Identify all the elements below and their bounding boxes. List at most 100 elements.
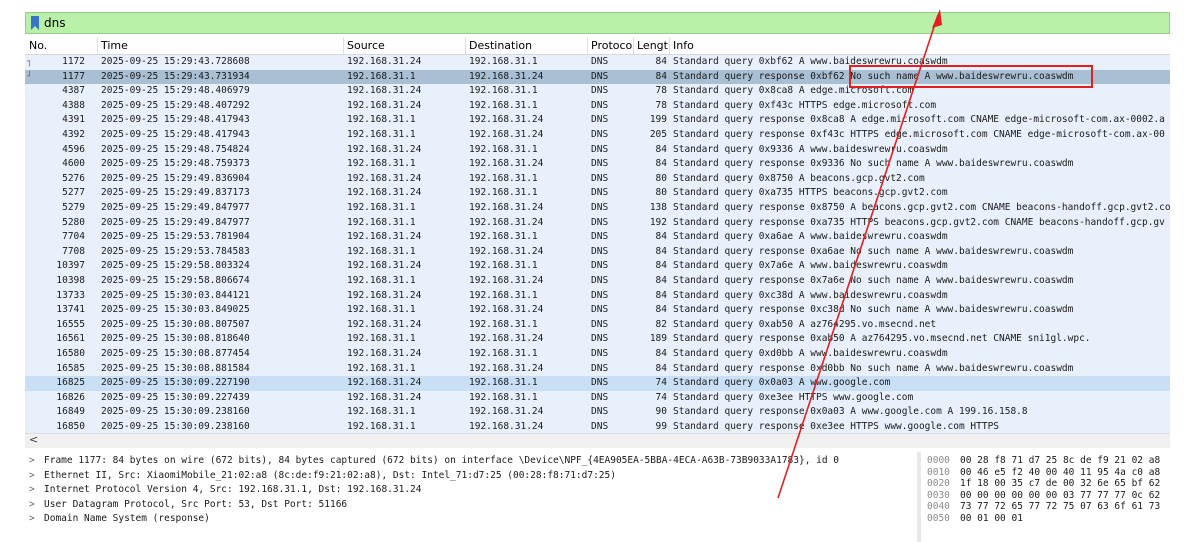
- packet-row[interactable]: 7704 2025-09-25 15:29:53.781904 192.168.31…: [25, 230, 1170, 245]
- packet-source-cell: 192.168.31.1: [347, 406, 416, 418]
- packet-row[interactable]: 10398 2025-09-25 15:29:58.806674 192.168.3…: [25, 274, 1170, 289]
- packet-row[interactable]: 16580 2025-09-25 15:30:08.877454 192.168.3…: [25, 347, 1170, 362]
- column-separator[interactable]: [669, 37, 670, 54]
- packet-destination-cell: 192.168.31.24: [469, 129, 544, 140]
- packet-no-cell: 16825: [56, 377, 85, 389]
- hex-bytes[interactable]: 00 00 00 00 00 00 03 77 77 77 0c 62: [960, 490, 1160, 502]
- hex-row: 0020 1f 18 00 35 c7 de 00 32 6e 65 bf 62: [922, 478, 1170, 490]
- column-separator[interactable]: [97, 37, 98, 54]
- packet-no-cell: 7704: [62, 231, 85, 243]
- detail-tree-item[interactable]: > Domain Name System (response): [25, 512, 915, 527]
- packet-row[interactable]: 1172 2025-09-25 15:29:43.728608 192.168.31…: [25, 55, 1170, 70]
- chevron-right-icon[interactable]: >: [29, 498, 39, 513]
- hex-bytes[interactable]: 1f 18 00 35 c7 de 00 32 6e 65 bf 62: [960, 478, 1160, 490]
- packet-row[interactable]: 16849 2025-09-25 15:30:09.238160 192.168.3…: [25, 405, 1170, 420]
- column-header-source[interactable]: Source: [347, 39, 385, 52]
- packet-source-cell: 192.168.31.1: [347, 275, 416, 286]
- column-header-time[interactable]: Time: [101, 39, 128, 52]
- column-header-info[interactable]: Info: [673, 39, 694, 52]
- packet-row[interactable]: 4387 2025-09-25 15:29:48.406979 192.168.31…: [25, 84, 1170, 99]
- bookmark-icon[interactable]: [31, 16, 39, 30]
- scroll-left-icon[interactable]: <: [29, 433, 38, 446]
- packet-row[interactable]: 16825 2025-09-25 15:30:09.227190 192.168.3…: [25, 376, 1170, 391]
- hex-row: 0030 00 00 00 00 00 00 03 77 77 77 0c 62: [922, 490, 1170, 502]
- packet-row[interactable]: 16561 2025-09-25 15:30:08.818640 192.168.3…: [25, 332, 1170, 347]
- packet-row[interactable]: 4388 2025-09-25 15:29:48.407292 192.168.31…: [25, 98, 1170, 114]
- packet-time-cell: 2025-09-25 15:30:08.807507: [101, 318, 250, 330]
- packet-info-cell: Standard query 0x9336 A www.baideswrewru…: [673, 143, 948, 155]
- horizontal-scrollbar[interactable]: <: [25, 433, 1170, 448]
- column-header-no[interactable]: No.: [29, 39, 47, 52]
- column-header-destination[interactable]: Destination: [469, 39, 532, 52]
- packet-no-cell: 4392: [62, 129, 85, 140]
- column-separator[interactable]: [343, 37, 344, 54]
- packet-length-cell: 74: [655, 391, 667, 403]
- chevron-right-icon[interactable]: >: [29, 454, 39, 469]
- packet-destination-cell: 192.168.31.1: [469, 172, 538, 184]
- packet-row[interactable]: 1177 2025-09-25 15:29:43.731934 192.168.31…: [25, 69, 1170, 85]
- column-separator[interactable]: [587, 37, 588, 54]
- packet-row[interactable]: 10397 2025-09-25 15:29:58.803324 192.168.3…: [25, 259, 1170, 274]
- packet-row[interactable]: 4392 2025-09-25 15:29:48.417943 192.168.31…: [25, 128, 1170, 143]
- packet-source-cell: 192.168.31.1: [347, 70, 416, 82]
- packet-destination-cell: 192.168.31.1: [469, 348, 538, 359]
- pane-splitter[interactable]: [917, 452, 921, 542]
- packet-protocol-cell: DNS: [591, 304, 609, 316]
- hex-bytes[interactable]: 00 46 e5 f2 40 00 40 11 95 4a c0 a8: [960, 467, 1160, 479]
- packet-source-cell: 192.168.31.24: [347, 187, 422, 199]
- packet-time-cell: 2025-09-25 15:29:48.406979: [101, 85, 250, 97]
- chevron-right-icon[interactable]: >: [29, 512, 39, 527]
- packet-length-cell: 205: [649, 129, 667, 140]
- packet-length-cell: 74: [655, 377, 667, 389]
- hex-bytes[interactable]: 73 77 72 65 77 72 75 07 63 6f 61 73: [960, 501, 1160, 513]
- packet-row[interactable]: 5276 2025-09-25 15:29:49.836904 192.168.31…: [25, 171, 1170, 187]
- packet-protocol-cell: DNS: [591, 202, 609, 213]
- packet-details-pane[interactable]: > Frame 1177: 84 bytes on wire (672 bits)…: [25, 452, 915, 542]
- packet-protocol-cell: DNS: [591, 143, 609, 155]
- hex-offset: 0020: [927, 478, 950, 490]
- packet-no-cell: 4600: [62, 158, 85, 170]
- packet-row[interactable]: 5277 2025-09-25 15:29:49.837173 192.168.31…: [25, 186, 1170, 201]
- packet-row[interactable]: 4596 2025-09-25 15:29:48.754824 192.168.31…: [25, 142, 1170, 158]
- hex-bytes[interactable]: 00 01 00 01: [960, 513, 1023, 525]
- detail-tree-item[interactable]: > Internet Protocol Version 4, Src: 192.1…: [25, 483, 915, 498]
- packet-protocol-cell: DNS: [591, 318, 609, 330]
- packet-info-cell: Standard query response 0xd0bb No such n…: [673, 362, 1074, 374]
- display-filter-bar[interactable]: [25, 12, 1170, 34]
- packet-source-cell: 192.168.31.24: [347, 318, 422, 330]
- packet-row[interactable]: 16585 2025-09-25 15:30:08.881584 192.168.3…: [25, 361, 1170, 377]
- packet-no-cell: 5277: [62, 187, 85, 199]
- packet-bytes-pane[interactable]: 0000 00 28 f8 71 d7 25 8c de f9 21 02 a8 0…: [922, 452, 1170, 542]
- packet-source-cell: 192.168.31.24: [347, 85, 422, 97]
- packet-row[interactable]: 16850 2025-09-25 15:30:09.238160 192.168.3…: [25, 420, 1170, 433]
- chevron-right-icon[interactable]: >: [29, 483, 39, 498]
- packet-no-cell: 16585: [56, 362, 85, 374]
- column-header-protocol[interactable]: Protoco: [591, 39, 632, 52]
- chevron-right-icon[interactable]: >: [29, 469, 39, 484]
- packet-info-cell: Standard query response 0xe3ee HTTPS www…: [673, 421, 1000, 432]
- packet-destination-cell: 192.168.31.1: [469, 231, 538, 243]
- packet-destination-cell: 192.168.31.24: [469, 362, 544, 374]
- packet-row[interactable]: 16555 2025-09-25 15:30:08.807507 192.168.3…: [25, 317, 1170, 333]
- packet-row[interactable]: 4600 2025-09-25 15:29:48.759373 192.168.31…: [25, 157, 1170, 172]
- packet-row[interactable]: 13733 2025-09-25 15:30:03.844121 192.168.3…: [25, 288, 1170, 304]
- packet-row[interactable]: 13741 2025-09-25 15:30:03.849025 192.168.3…: [25, 303, 1170, 318]
- hex-bytes[interactable]: 00 28 f8 71 d7 25 8c de f9 21 02 a8: [960, 455, 1160, 467]
- column-separator[interactable]: [465, 37, 466, 54]
- packet-info-cell: Standard query 0x8750 A beacons.gcp.gvt2…: [673, 172, 925, 184]
- column-header-length[interactable]: Lengt: [637, 39, 668, 52]
- packet-time-cell: 2025-09-25 15:29:49.836904: [101, 172, 250, 184]
- detail-tree-item[interactable]: > Ethernet II, Src: XiaomiMobile_21:02:a8…: [25, 469, 915, 484]
- packet-row[interactable]: 5279 2025-09-25 15:29:49.847977 192.168.31…: [25, 201, 1170, 216]
- detail-tree-item[interactable]: > User Datagram Protocol, Src Port: 53, D…: [25, 498, 915, 513]
- packet-destination-cell: 192.168.31.1: [469, 318, 538, 330]
- packet-row[interactable]: 4391 2025-09-25 15:29:48.417943 192.168.31…: [25, 113, 1170, 128]
- packet-row[interactable]: 7708 2025-09-25 15:29:53.784583 192.168.31…: [25, 244, 1170, 260]
- packet-list[interactable]: No. Time Source Destination Protoco Leng…: [25, 37, 1170, 433]
- display-filter-input[interactable]: [44, 15, 1164, 31]
- packet-destination-cell: 192.168.31.1: [469, 56, 538, 67]
- packet-row[interactable]: 16826 2025-09-25 15:30:09.227439 192.168.3…: [25, 390, 1170, 406]
- column-separator[interactable]: [633, 37, 634, 54]
- detail-tree-item[interactable]: > Frame 1177: 84 bytes on wire (672 bits)…: [25, 454, 915, 469]
- packet-row[interactable]: 5280 2025-09-25 15:29:49.847977 192.168.31…: [25, 215, 1170, 231]
